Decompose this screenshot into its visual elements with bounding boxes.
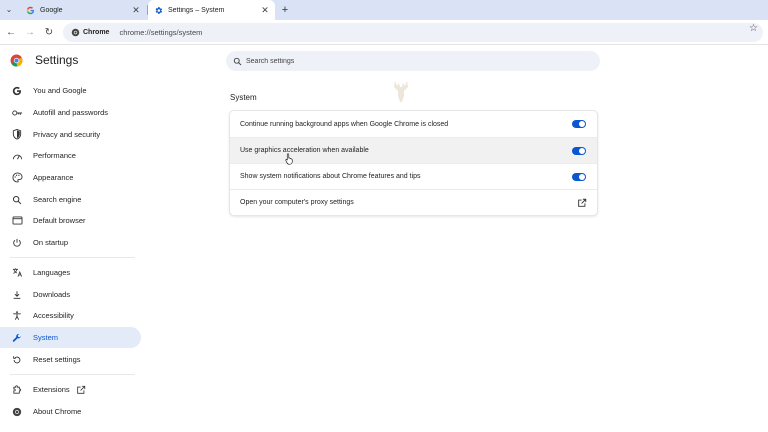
sidebar-item-about-chrome[interactable]: About Chrome [0,401,141,422]
back-arrow-icon[interactable]: ← [4,25,18,39]
proxy-settings-row[interactable]: Open your computer's proxy settings [230,189,597,215]
download-icon [11,289,23,301]
new-tab-plus-icon[interactable]: + [278,3,292,17]
sidebar-item-default-browser[interactable]: Default browser [0,210,141,231]
sidebar-item-label: On startup [33,238,69,247]
external-link-icon[interactable] [577,198,587,208]
chrome-logo-icon [11,406,23,418]
sidebar-item-label: Appearance [33,173,74,182]
sidebar-item-label: Downloads [33,290,71,299]
system-notifications-row[interactable]: Show system notifications about Chrome f… [230,163,597,189]
sidebar-item-reset-settings[interactable]: Reset settings [0,349,141,370]
sidebar-item-label: Privacy and security [33,130,101,139]
speedometer-icon [11,150,23,162]
sidebar-item-label: Autofill and passwords [33,108,109,117]
stag-watermark-icon [394,81,408,102]
tab-settings-system[interactable]: Settings – System ✕ [148,0,275,20]
graphics-acceleration-toggle[interactable] [572,146,586,155]
sidebar-item-you-and-google[interactable]: You and Google [0,80,141,101]
reset-icon [11,354,23,366]
tab-title: Settings – System [168,6,225,14]
section-title: System [230,93,257,102]
forward-arrow-icon[interactable]: → [23,25,37,39]
sidebar-item-extensions[interactable]: Extensions [0,379,141,400]
chip-label: Chrome [83,29,110,36]
sidebar-item-label: Extensions [33,385,70,394]
row-label: Show system notifications about Chrome f… [240,173,421,180]
search-input[interactable] [246,57,576,65]
sidebar-item-on-startup[interactable]: On startup [0,232,141,253]
url-text[interactable]: chrome://settings/system [119,28,202,37]
sidebar-divider [10,257,135,258]
background-apps-row[interactable]: Continue running background apps when Go… [230,111,597,137]
bookmark-star-icon[interactable]: ☆ [749,23,758,34]
sidebar-item-label: Search engine [33,195,82,204]
site-info-chip[interactable]: Chrome [67,26,113,39]
search-icon [11,194,23,206]
shield-icon [11,129,23,141]
background-apps-toggle[interactable] [572,120,586,128]
sidebar-item-privacy[interactable]: Privacy and security [0,124,141,145]
sidebar-item-label: Accessibility [33,311,74,320]
row-label: Open your computer's proxy settings [240,199,354,206]
settings-brand: Settings [10,53,78,67]
tab-google[interactable]: Google ✕ [18,0,146,20]
row-label: Continue running background apps when Go… [240,120,449,128]
toolbar: ← → ↻ Chrome chrome://settings/system ☆ [0,20,768,45]
tab-title: Google [40,6,63,14]
hand-cursor-icon [285,153,293,165]
sidebar-item-label: Languages [33,268,71,277]
sidebar-item-performance[interactable]: Performance [0,145,141,166]
sidebar-item-label: Performance [33,151,76,160]
google-g-icon [11,85,23,97]
search-icon [233,57,242,65]
tab-strip: ⌄ Google ✕ Settings – System ✕ + [0,0,768,20]
palette-icon [11,172,23,184]
puzzle-icon [11,384,23,396]
translate-icon [11,267,23,279]
gear-icon [154,6,163,15]
sidebar-item-label: Default browser [33,216,86,225]
page-title: Settings [35,53,79,67]
close-tab-icon[interactable]: ✕ [259,4,271,16]
sidebar-item-label: Reset settings [33,355,81,364]
sidebar-item-search-engine[interactable]: Search engine [0,189,141,210]
tab-search-chevron-icon[interactable]: ⌄ [2,2,16,16]
search-settings[interactable] [226,51,600,71]
sidebar-item-autofill[interactable]: Autofill and passwords [0,102,141,123]
system-notifications-toggle[interactable] [572,172,586,181]
sidebar-item-label: About Chrome [33,407,82,416]
power-icon [11,237,23,249]
wrench-icon [11,332,23,344]
sidebar-item-appearance[interactable]: Appearance [0,167,141,188]
sidebar-item-system[interactable]: System [0,327,141,348]
reload-icon[interactable]: ↻ [42,25,56,39]
key-icon [11,107,23,119]
sidebar-item-label: System [33,333,59,342]
sidebar-item-downloads[interactable]: Downloads [0,284,141,305]
chrome-logo-icon [71,28,80,37]
google-g-icon [26,6,35,15]
browser-window-icon [11,215,23,227]
accessibility-icon [11,310,23,322]
sidebar-divider [10,374,135,375]
sidebar-item-accessibility[interactable]: Accessibility [0,305,141,326]
sidebar-item-languages[interactable]: Languages [0,262,141,283]
external-link-icon [76,385,85,394]
close-tab-icon[interactable]: ✕ [130,4,142,16]
chrome-logo-icon [10,54,23,66]
address-bar[interactable]: Chrome chrome://settings/system [63,23,763,42]
sidebar-item-label: You and Google [33,86,87,95]
